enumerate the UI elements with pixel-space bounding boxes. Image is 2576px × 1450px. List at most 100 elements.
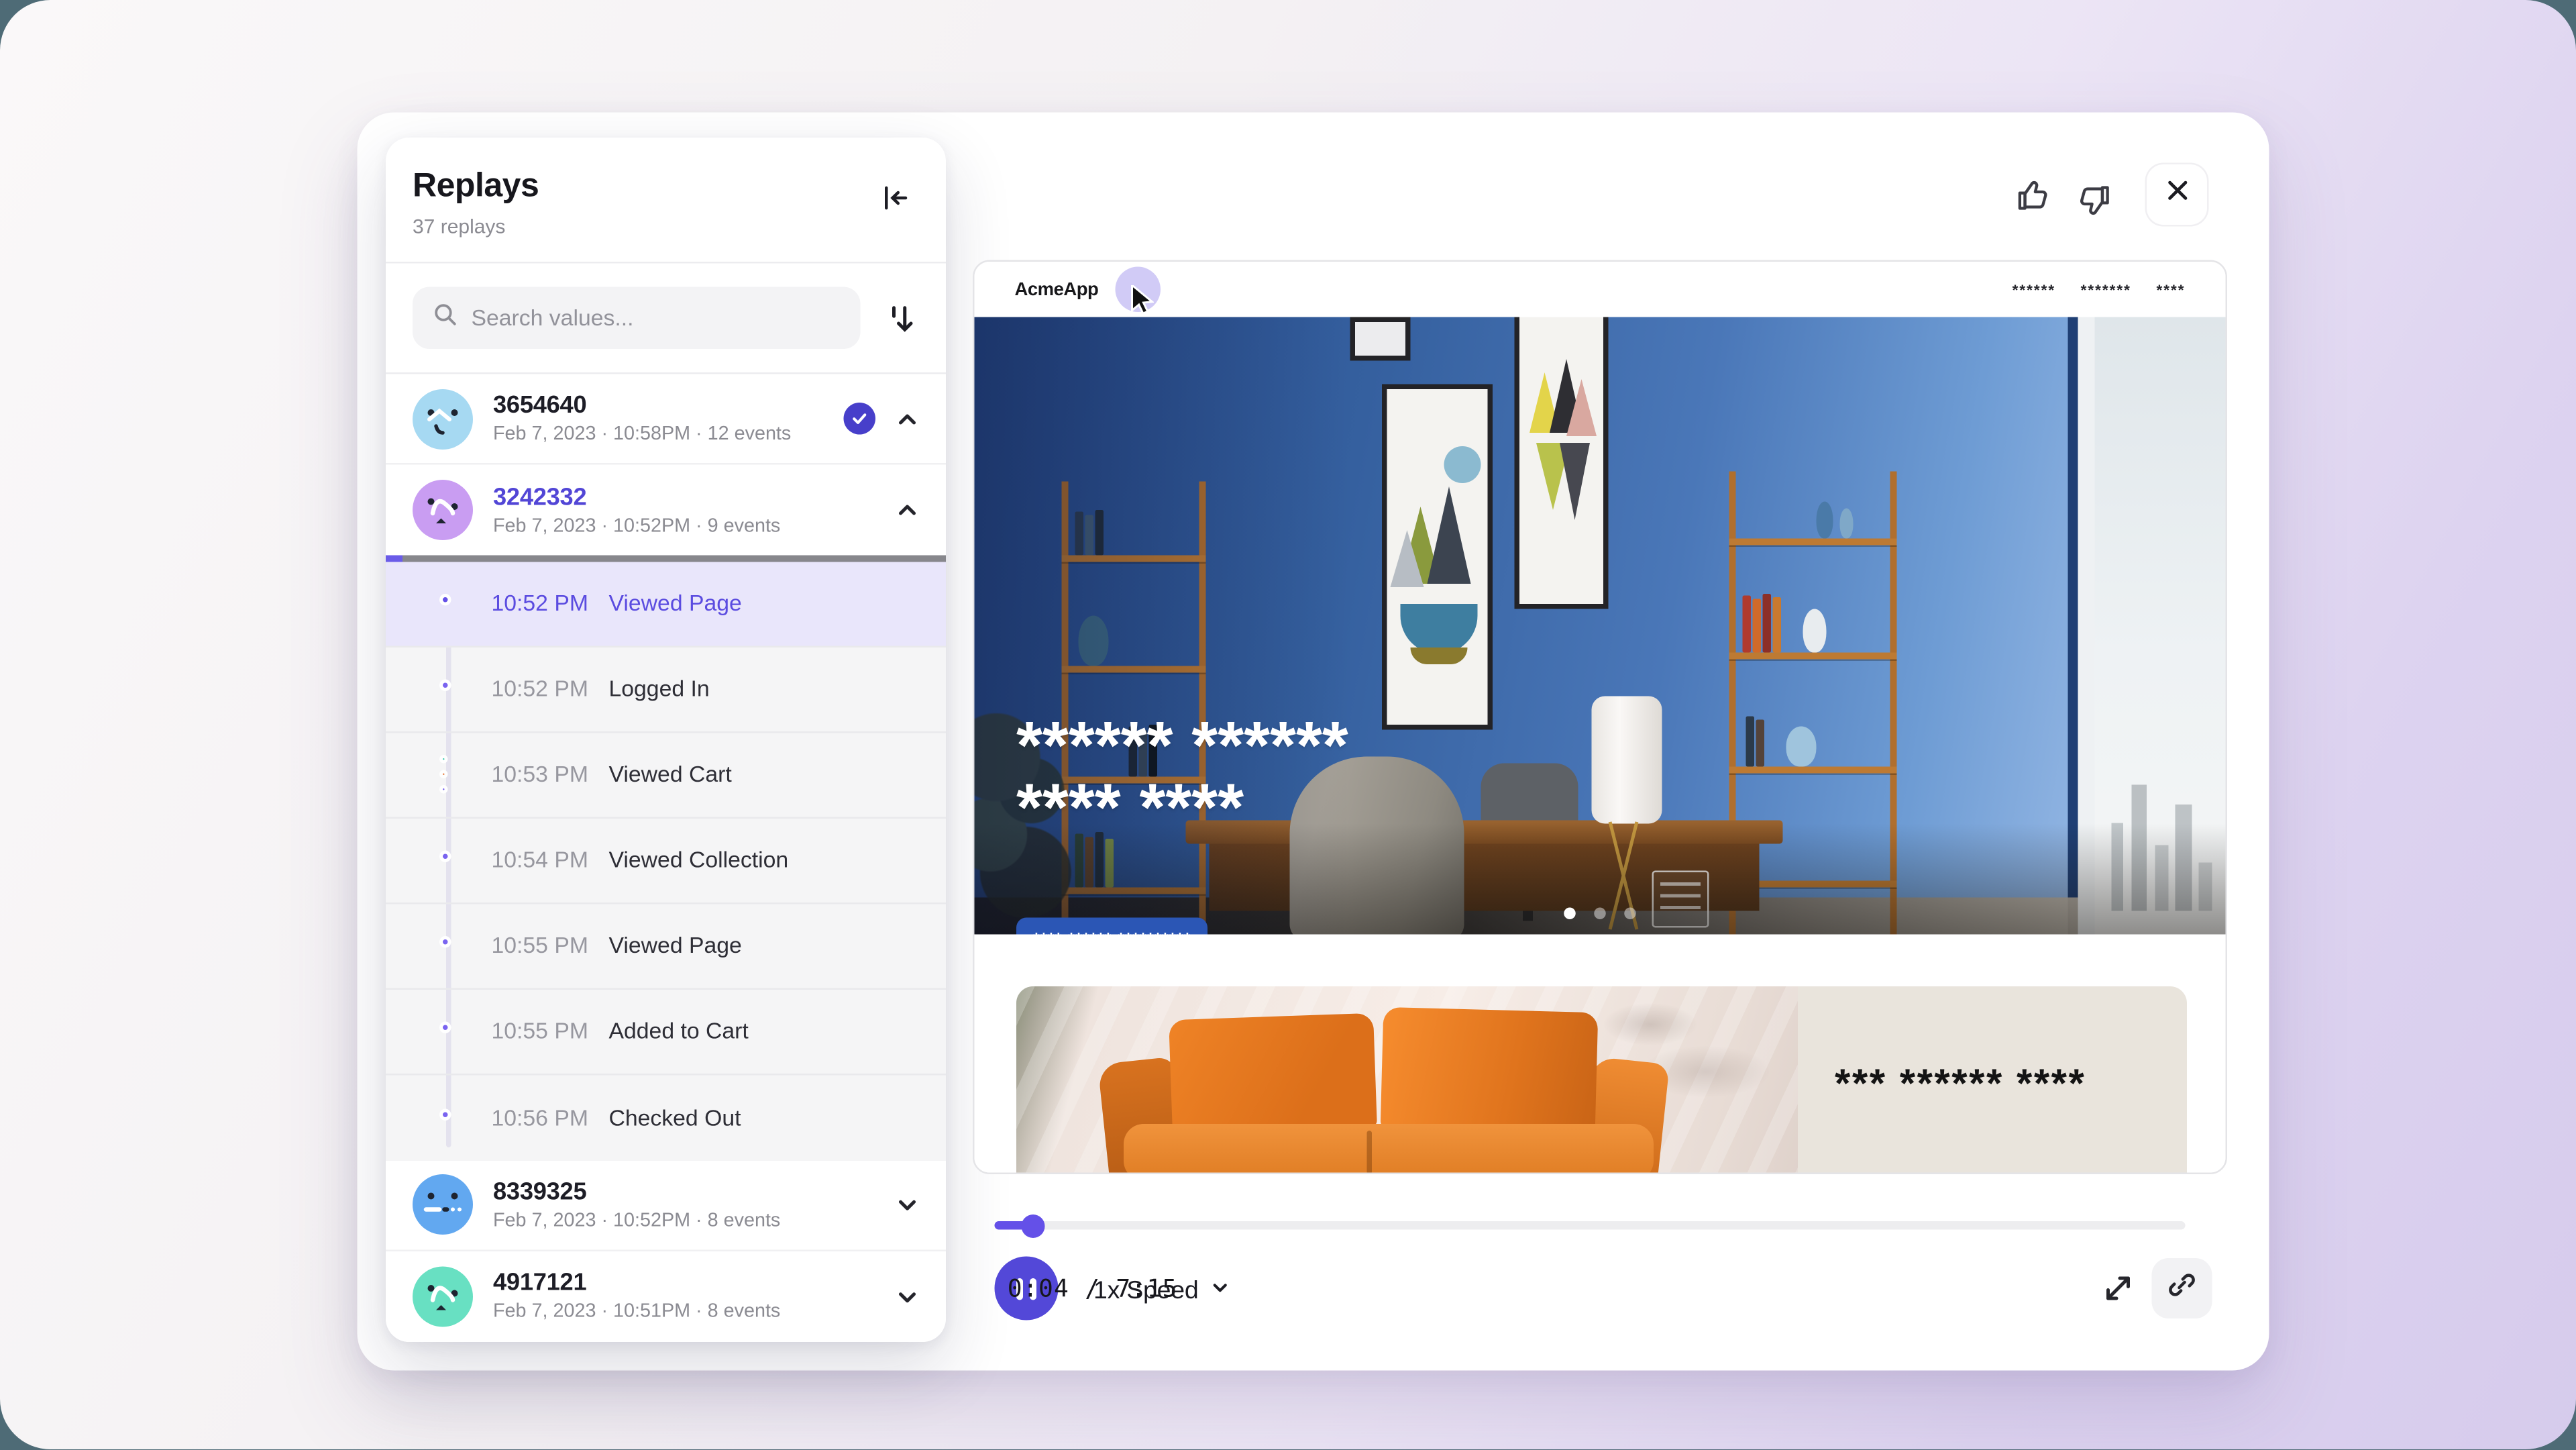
carousel-dot[interactable] [1594,908,1606,920]
event-dot [439,594,451,606]
event-row[interactable]: 10:52 PM Viewed Page [386,561,946,647]
event-list: 10:52 PM Viewed Page 10:52 PM Logged In … [386,561,946,1160]
nav-item-masked[interactable]: ******* [2081,281,2131,298]
event-time: 10:54 PM [492,847,609,873]
session-meta: Feb 7, 2023 · 10:52PM · 9 events [493,516,875,536]
product-card[interactable]: *** ****** **** [1016,986,2187,1174]
event-time: 10:55 PM [492,1019,609,1044]
search-row [386,264,946,373]
link-icon [2167,1269,2197,1308]
carousel-dots [1564,908,1636,920]
carousel-dot-active[interactable] [1564,908,1576,920]
event-time: 10:52 PM [492,676,609,702]
collapse-sidebar-icon[interactable] [879,181,912,215]
session-info: 8339325 Feb 7, 2023 · 10:52PM · 8 events [493,1178,875,1231]
close-button[interactable] [2145,163,2209,227]
avatar [413,480,473,540]
close-icon [2164,178,2190,211]
mouse-cursor-icon [1130,285,1154,327]
event-dot [439,680,451,692]
session-meta: Feb 7, 2023 · 10:58PM · 12 events [493,425,824,445]
event-dot [439,1108,451,1120]
session-id-active: 3242332 [493,484,875,511]
event-label: Viewed Cart [609,762,732,787]
hero-banner: ****** ****** **** **** **** ****** ****… [975,317,2226,935]
chevron-up-icon[interactable] [896,407,919,430]
hero-masked-heading: ****** ****** **** **** [1016,717,1348,841]
thumbs-down-icon[interactable] [2075,180,2114,219]
search-input[interactable] [472,305,841,331]
event-label: Viewed Page [609,933,742,958]
avatar [413,1174,473,1235]
event-time: 10:53 PM [492,762,609,787]
site-nav: ****** ******* **** [2012,281,2186,298]
session-meta: Feb 7, 2023 · 10:51PM · 8 events [493,1302,875,1322]
carousel-dot[interactable] [1624,908,1636,920]
event-row[interactable]: 10:53 PM Viewed Cart [386,732,946,818]
session-row-3242332[interactable]: 3242332 Feb 7, 2023 · 10:52PM · 9 events [386,465,946,556]
hero-line1: ****** ****** [1016,717,1348,779]
event-row[interactable]: 10:52 PM Logged In [386,647,946,733]
event-row[interactable]: 10:54 PM Viewed Collection [386,818,946,904]
avatar [413,389,473,449]
sort-descending-icon[interactable] [882,299,919,336]
replay-count: 37 replays [413,215,919,238]
time-current: 0:04 [1008,1277,1069,1304]
replay-viewport: AcmeApp ****** ******* **** [973,260,2227,1175]
couch-seat [1124,1124,1654,1174]
playback-progress-handle[interactable] [1022,1214,1045,1237]
event-label: Added to Cart [609,1019,749,1044]
playback-time: 0:04 / 7:15 [0,1277,2186,1304]
app-background: Replays 37 replays [0,0,2576,1450]
event-time: 10:52 PM [492,590,609,616]
event-time: 10:55 PM [492,933,609,958]
session-id: 3654640 [493,393,824,419]
watched-check-icon[interactable] [844,403,876,435]
session-row-8339325[interactable]: 8339325 Feb 7, 2023 · 10:52PM · 8 events [386,1160,946,1251]
time-separator: / [1085,1277,1100,1304]
chevron-down-icon[interactable] [896,1193,919,1216]
session-info: 3242332 Feb 7, 2023 · 10:52PM · 9 events [493,484,875,536]
event-row[interactable]: 10:55 PM Added to Cart [386,989,946,1075]
hero-cta-button[interactable]: **** ****** ********** [1016,918,1208,935]
search-icon [433,301,458,335]
site-body: *** ****** **** [975,935,2226,1175]
product-panel: *** ****** **** [1798,986,2187,1174]
playback-progress-track[interactable] [995,1221,2186,1230]
session-id: 8339325 [493,1178,875,1205]
session-row-3654640[interactable]: 3654640 Feb 7, 2023 · 10:58PM · 12 event… [386,374,946,465]
event-dot-orange [439,769,447,778]
session-playback-progress [386,556,946,562]
search-input-wrapper[interactable] [413,287,861,350]
avatar-face [413,389,473,449]
hero-line2: **** **** [1016,778,1348,841]
event-time: 10:56 PM [492,1104,609,1130]
event-dot [439,1022,451,1034]
event-label: Viewed Page [609,590,742,616]
nav-item-masked[interactable]: ****** [2012,281,2056,298]
product-masked-text: *** ****** **** [1798,1076,2086,1093]
copy-link-button[interactable] [2152,1258,2212,1318]
event-row[interactable]: 10:55 PM Viewed Page [386,903,946,989]
chevron-up-icon[interactable] [896,499,919,522]
page-title: Replays [413,168,919,207]
event-dot-teal [439,754,447,763]
session-info: 3654640 Feb 7, 2023 · 10:58PM · 12 event… [493,393,824,445]
nav-item-masked[interactable]: **** [2156,281,2185,298]
avatar-face [413,1174,473,1235]
event-dot [439,936,451,948]
sidebar-header: Replays 37 replays [386,138,946,262]
expand-icon[interactable] [2102,1272,2135,1305]
time-total: 7:15 [1116,1277,1177,1304]
event-dot-purple [439,784,447,793]
couch-cushion [1381,1007,1599,1133]
couch-cushion [1169,1013,1377,1135]
session-meta: Feb 7, 2023 · 10:52PM · 8 events [493,1210,875,1231]
event-dot [439,851,451,863]
thumbs-up-icon[interactable] [2015,175,2053,214]
progress-rest [402,556,946,562]
event-label: Logged In [609,676,710,702]
player-actions [2015,163,2209,227]
event-label: Checked Out [609,1104,741,1130]
event-row[interactable]: 10:56 PM Checked Out [386,1074,946,1160]
